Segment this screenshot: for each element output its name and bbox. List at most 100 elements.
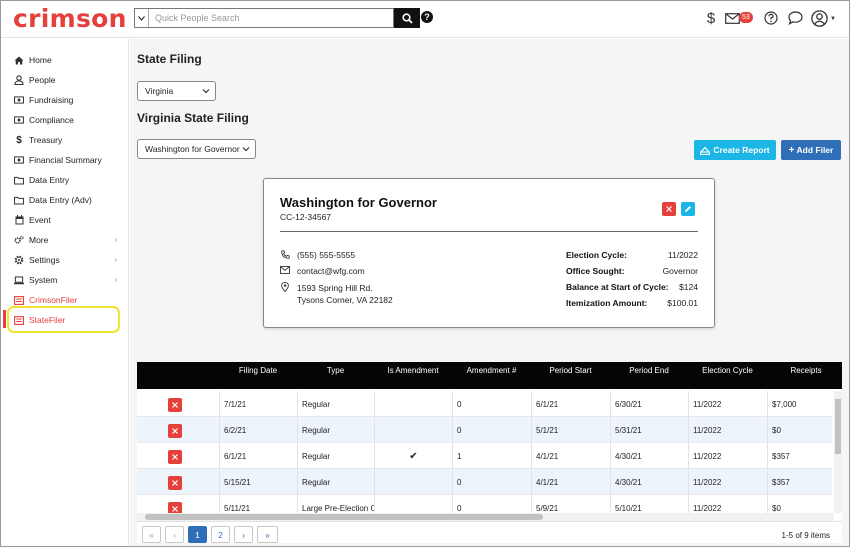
- col-header-is-amendment[interactable]: Is Amendment: [374, 366, 452, 375]
- sidebar-item-financial-summary[interactable]: Financial Summary: [1, 151, 129, 169]
- laptop-icon: [14, 275, 24, 285]
- crimson-logo[interactable]: crimson: [13, 4, 127, 33]
- question-circle-icon[interactable]: [763, 9, 779, 27]
- cell-receipts: $357: [767, 443, 833, 469]
- sidebar-item-label: Data Entry (Adv): [29, 195, 92, 205]
- cell-type: Regular: [297, 443, 374, 469]
- sidebar-item-system[interactable]: System ›: [1, 271, 129, 289]
- table-row[interactable]: 7/1/21 Regular 0 6/1/21 6/30/21 11/2022 $7,000: [137, 391, 832, 417]
- cell-period-start: 5/1/21: [531, 417, 610, 443]
- add-filer-button[interactable]: + Add Filer: [781, 140, 841, 160]
- account-caret-icon[interactable]: ▼: [830, 16, 836, 22]
- filer-phone-row: (555) 555-5555: [280, 250, 355, 260]
- cogs-icon: [14, 235, 24, 245]
- money-icon: [14, 115, 24, 125]
- cell-amendment-no: 0: [452, 469, 531, 495]
- sidebar-item-label: CrimsonFiler: [29, 295, 78, 305]
- sidebar-item-home[interactable]: Home: [1, 51, 129, 69]
- create-report-label: Create Report: [713, 145, 770, 155]
- person-icon: [14, 75, 24, 85]
- vertical-scroll-thumb[interactable]: [835, 399, 841, 454]
- sidebar: Home People Fundraising Compliance $ Tre…: [1, 39, 129, 546]
- form-icon: [14, 295, 24, 305]
- sidebar-item-treasury[interactable]: $ Treasury: [1, 131, 129, 149]
- cell-filing-date: 6/1/21: [219, 443, 297, 469]
- col-header-amendment-no[interactable]: Amendment #: [452, 366, 531, 375]
- delete-row-button[interactable]: [168, 476, 182, 490]
- filer-select[interactable]: Washington for Governor: [137, 139, 256, 159]
- dollar-icon[interactable]: $: [704, 9, 718, 27]
- first-page-button[interactable]: «: [142, 526, 161, 543]
- filer-address-line2: Tysons Corner, VA 22182: [297, 295, 393, 305]
- mail-icon[interactable]: [724, 9, 740, 27]
- sidebar-item-fundraising[interactable]: Fundraising: [1, 91, 129, 109]
- cell-election-cycle: 11/2022: [688, 469, 767, 495]
- col-header-period-start[interactable]: Period Start: [531, 366, 610, 375]
- horizontal-scrollbar[interactable]: [137, 513, 834, 521]
- last-page-button[interactable]: »: [257, 526, 278, 543]
- delete-filer-button[interactable]: [662, 202, 676, 216]
- money-icon: [14, 155, 24, 165]
- page-2-button[interactable]: 2: [211, 526, 230, 543]
- edit-filer-button[interactable]: [681, 202, 695, 216]
- filer-address: 1593 Spring Hill Rd. Tysons Corner, VA 2…: [297, 282, 393, 306]
- search-button[interactable]: [394, 8, 420, 28]
- sidebar-item-data-entry-adv[interactable]: Data Entry (Adv): [1, 191, 129, 209]
- sidebar-item-compliance[interactable]: Compliance: [1, 111, 129, 129]
- sidebar-item-people[interactable]: People: [1, 71, 129, 89]
- help-icon[interactable]: ?: [421, 11, 433, 23]
- close-icon: [172, 480, 178, 486]
- sidebar-item-more[interactable]: More ›: [1, 231, 129, 249]
- cell-is-amendment: [374, 391, 452, 417]
- cell-election-cycle: 11/2022: [688, 417, 767, 443]
- cell-is-amendment: [374, 417, 452, 443]
- calendar-icon: [14, 215, 24, 225]
- chat-icon[interactable]: [787, 9, 803, 27]
- sidebar-item-label: Home: [29, 55, 52, 65]
- balance-label: Balance at Start of Cycle:: [566, 282, 669, 292]
- filer-email[interactable]: contact@wfg.com: [297, 266, 365, 276]
- user-account-icon[interactable]: [810, 9, 828, 27]
- table-row[interactable]: 5/15/21 Regular 0 4/1/21 4/30/21 11/2022 $357: [137, 469, 832, 495]
- envelope-icon: [280, 266, 290, 274]
- col-header-type[interactable]: Type: [297, 366, 374, 375]
- page-1-button[interactable]: 1: [188, 526, 207, 543]
- close-icon: [172, 402, 178, 408]
- cell-receipts: $0: [767, 417, 833, 443]
- col-header-receipts[interactable]: Receipts: [767, 366, 845, 375]
- create-report-button[interactable]: Create Report: [694, 140, 776, 160]
- filer-email-row: contact@wfg.com: [280, 266, 365, 276]
- vertical-scrollbar[interactable]: [834, 391, 842, 513]
- sidebar-item-data-entry[interactable]: Data Entry: [1, 171, 129, 189]
- election-cycle-label: Election Cycle:: [566, 250, 627, 260]
- dollar-icon: $: [16, 134, 22, 146]
- cell-period-end: 4/30/21: [610, 469, 688, 495]
- delete-row-button[interactable]: [168, 450, 182, 464]
- mail-count-badge: 53: [739, 12, 753, 23]
- office-sought-value: Governor: [662, 266, 698, 276]
- horizontal-scroll-thumb[interactable]: [145, 514, 543, 520]
- balance-value: $124: [679, 282, 698, 292]
- prev-page-button[interactable]: ‹: [165, 526, 184, 543]
- state-select[interactable]: Virginia: [137, 81, 216, 101]
- delete-row-button[interactable]: [168, 424, 182, 438]
- col-header-filing-date[interactable]: Filing Date: [219, 366, 297, 375]
- col-header-period-end[interactable]: Period End: [610, 366, 688, 375]
- cell-filing-date: 7/1/21: [219, 391, 297, 417]
- sidebar-item-label: Settings: [29, 255, 60, 265]
- table-row[interactable]: 6/1/21 Regular ✔ 1 4/1/21 4/30/21 11/2022 $357: [137, 443, 832, 469]
- cell-filing-date: 6/2/21: [219, 417, 297, 443]
- sidebar-item-settings[interactable]: Settings ›: [1, 251, 129, 269]
- search-scope-dropdown[interactable]: [135, 9, 149, 27]
- search-icon: [401, 12, 413, 24]
- chevron-right-icon: ›: [114, 276, 117, 284]
- delete-row-button[interactable]: [168, 398, 182, 412]
- table-row[interactable]: 6/2/21 Regular 0 5/1/21 5/31/21 11/2022 $0: [137, 417, 832, 443]
- cell-election-cycle: 11/2022: [688, 443, 767, 469]
- sidebar-item-label: System: [29, 275, 58, 285]
- next-page-button[interactable]: ›: [234, 526, 253, 543]
- quick-people-search-input[interactable]: [149, 9, 393, 27]
- chevron-right-icon: ›: [114, 236, 117, 244]
- sidebar-item-event[interactable]: Event: [1, 211, 129, 229]
- col-header-election-cycle[interactable]: Election Cycle: [688, 366, 767, 375]
